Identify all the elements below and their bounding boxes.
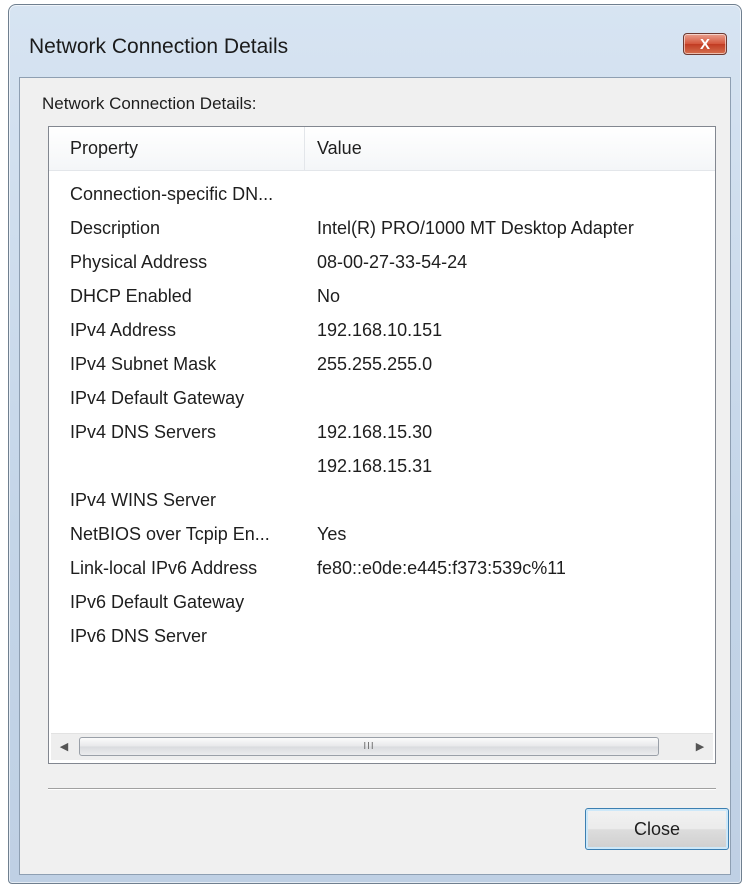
scroll-right-arrow-icon[interactable]: ▶ xyxy=(689,737,711,757)
property-cell: IPv4 Address xyxy=(70,320,177,340)
property-cell: NetBIOS over Tcpip En... xyxy=(70,524,270,544)
property-cell: IPv6 DNS Server xyxy=(70,626,208,646)
property-cell: Description xyxy=(70,218,161,238)
table-row[interactable]: Physical Address 08-00-27-33-54-24 xyxy=(49,245,715,279)
horizontal-scrollbar[interactable]: ◀ III ▶ xyxy=(51,733,713,760)
property-cell: IPv4 Default Gateway xyxy=(70,388,245,408)
table-row[interactable]: IPv4 Default Gateway xyxy=(49,381,715,415)
scroll-grip-icon: III xyxy=(363,741,375,752)
value-cell: Yes xyxy=(317,524,347,544)
property-cell: DHCP Enabled xyxy=(70,286,192,306)
scroll-thumb[interactable]: III xyxy=(79,737,659,756)
value-cell: 192.168.15.31 xyxy=(317,456,433,476)
dialog-client-area: Network Connection Details: Property Val… xyxy=(19,77,731,875)
table-row[interactable]: Link-local IPv6 Address fe80::e0de:e445:f… xyxy=(49,551,715,585)
property-cell: IPv4 DNS Servers xyxy=(70,422,217,442)
scroll-left-arrow-icon[interactable]: ◀ xyxy=(53,737,75,757)
table-row[interactable]: DHCP Enabled No xyxy=(49,279,715,313)
details-list-view[interactable]: Property Value Connection-specific DN...… xyxy=(48,126,716,764)
close-button[interactable]: Close xyxy=(585,808,729,850)
table-row[interactable]: 192.168.15.31 xyxy=(49,449,715,483)
value-cell: No xyxy=(317,286,341,306)
table-row[interactable]: Description Intel(R) PRO/1000 MT Desktop … xyxy=(49,211,715,245)
column-header-property[interactable]: Property xyxy=(49,127,305,170)
property-cell: Physical Address xyxy=(70,252,208,272)
property-cell: IPv4 Subnet Mask xyxy=(70,354,217,374)
table-row[interactable]: IPv4 Address 192.168.10.151 xyxy=(49,313,715,347)
value-cell: Intel(R) PRO/1000 MT Desktop Adapter xyxy=(317,218,634,238)
title-bar[interactable]: Network Connection Details X xyxy=(9,5,741,77)
table-row[interactable]: IPv4 WINS Server xyxy=(49,483,715,517)
table-row[interactable]: NetBIOS over Tcpip En... Yes xyxy=(49,517,715,551)
list-rows: Connection-specific DN... Description Inte… xyxy=(49,177,715,653)
table-row[interactable]: IPv4 Subnet Mask 255.255.255.0 xyxy=(49,347,715,381)
dialog-window: Network Connection Details X Network Con… xyxy=(8,4,742,884)
property-cell: IPv6 Default Gateway xyxy=(70,592,245,612)
window-close-button[interactable]: X xyxy=(683,33,727,55)
value-cell: 08-00-27-33-54-24 xyxy=(317,252,468,272)
list-header: Property Value xyxy=(49,127,715,171)
property-cell: Connection-specific DN... xyxy=(70,184,274,204)
separator-line xyxy=(48,788,716,790)
table-row[interactable]: IPv4 DNS Servers 192.168.15.30 xyxy=(49,415,715,449)
table-row[interactable]: IPv6 Default Gateway xyxy=(49,585,715,619)
column-header-value[interactable]: Value xyxy=(305,127,715,170)
window-title: Network Connection Details xyxy=(29,35,289,58)
property-cell: IPv4 WINS Server xyxy=(70,490,217,510)
table-row[interactable]: Connection-specific DN... xyxy=(49,177,715,211)
close-icon: X xyxy=(699,36,710,53)
details-label: Network Connection Details: xyxy=(42,94,257,113)
value-cell: 192.168.10.151 xyxy=(317,320,443,340)
value-cell: 255.255.255.0 xyxy=(317,354,433,374)
value-cell: fe80::e0de:e445:f373:539c%11 xyxy=(317,558,566,578)
property-cell: Link-local IPv6 Address xyxy=(70,558,258,578)
value-cell: 192.168.15.30 xyxy=(317,422,433,442)
table-row[interactable]: IPv6 DNS Server xyxy=(49,619,715,653)
